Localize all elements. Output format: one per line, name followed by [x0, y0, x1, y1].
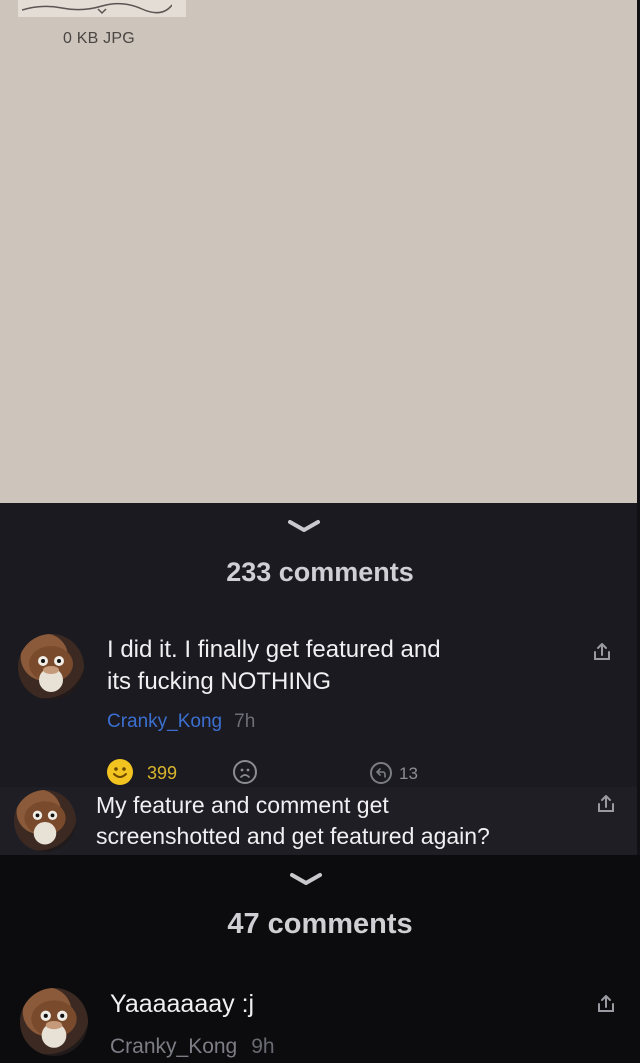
like-count: 399: [147, 763, 178, 783]
comment-text-line: I did it. I finally get featured and: [107, 636, 441, 663]
share-icon[interactable]: [591, 641, 613, 663]
image-squiggle: [22, 2, 172, 15]
chevron-down-icon[interactable]: [288, 519, 320, 533]
share-icon[interactable]: [595, 993, 617, 1015]
reply-icon[interactable]: [370, 762, 392, 784]
author-link[interactable]: Cranky_Kong: [110, 1035, 237, 1059]
avatar[interactable]: [20, 988, 88, 1056]
post-image[interactable]: [0, 0, 637, 503]
comment-text-line: its fucking NOTHING: [107, 668, 332, 695]
comment-text: Yaaaaaaay :j: [110, 990, 255, 1018]
comment-meta: Cranky_Kong 9h: [110, 1035, 275, 1059]
image-file-info: 0 KB JPG: [63, 30, 135, 47]
share-icon[interactable]: [595, 793, 617, 815]
comment-count: 233 comments: [226, 557, 414, 587]
comment-text-line: screenshotted and get featured again?: [96, 823, 490, 849]
comment-text-line: My feature and comment get: [96, 792, 389, 818]
author-link[interactable]: Cranky_Kong: [107, 711, 222, 733]
laugh-emoji-icon[interactable]: [107, 759, 133, 785]
comment-text: My feature and comment get screenshotted…: [96, 790, 490, 852]
comment-text: I did it. I finally get featured and its…: [107, 634, 441, 698]
frown-icon[interactable]: [233, 760, 257, 784]
comment-time: 9h: [251, 1035, 275, 1058]
reply-count: 13: [399, 764, 418, 783]
comment-time: 7h: [234, 711, 256, 732]
comments-panel: [0, 855, 640, 1063]
avatar[interactable]: [14, 790, 76, 852]
comment-meta: Cranky_Kong 7h: [107, 711, 255, 733]
chevron-down-icon[interactable]: [290, 872, 322, 886]
avatar[interactable]: [18, 634, 84, 700]
comment-count: 47 comments: [227, 908, 413, 940]
